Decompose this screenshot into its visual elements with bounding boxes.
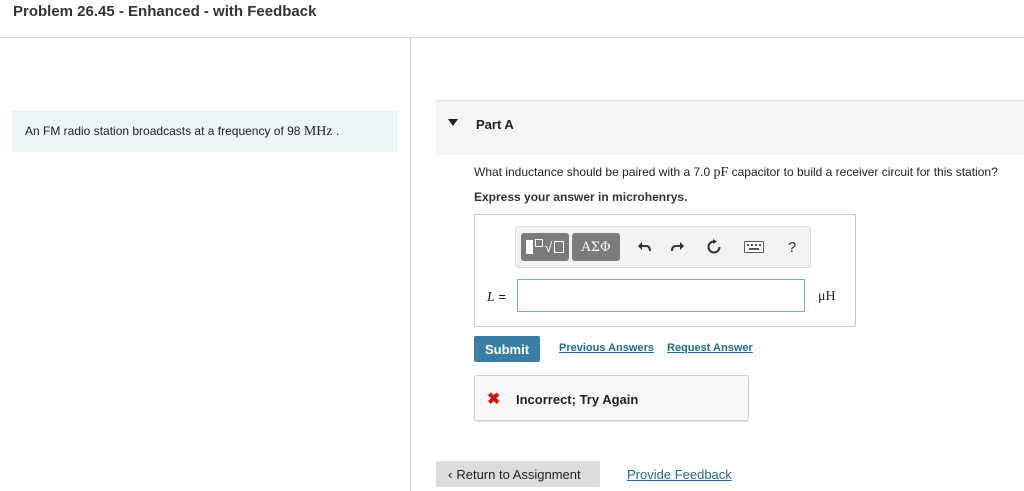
problem-title: Problem 26.45 - Enhanced - with Feedback <box>13 3 317 20</box>
reset-icon[interactable] <box>704 236 724 258</box>
part-a-header[interactable]: Part A <box>436 100 1024 155</box>
greek-symbols-button[interactable]: ΑΣΦ <box>572 233 620 261</box>
capacitance-unit: pF <box>713 165 729 180</box>
collapse-caret-icon[interactable] <box>448 119 458 126</box>
undo-icon[interactable] <box>634 236 654 258</box>
column-divider <box>410 37 411 491</box>
return-to-assignment-button[interactable]: ‹ Return to Assignment <box>436 461 600 487</box>
help-button[interactable]: ? <box>782 236 802 258</box>
part-a-label: Part A <box>476 117 514 132</box>
templates-icon: √ <box>525 239 565 255</box>
templates-button[interactable]: √ <box>521 233 569 261</box>
frequency-unit: MHz <box>303 123 333 139</box>
variable-label: L = <box>487 289 507 305</box>
chevron-left-icon: ‹ <box>448 466 453 482</box>
submit-button[interactable]: Submit <box>474 336 540 362</box>
redo-icon[interactable] <box>668 236 688 258</box>
incorrect-icon: ✖ <box>487 391 501 408</box>
keyboard-icon[interactable] <box>742 236 766 258</box>
feedback-message: Incorrect; Try Again <box>516 392 639 407</box>
question-text: What inductance should be paired with a … <box>474 165 998 180</box>
return-label: Return to Assignment <box>456 466 581 482</box>
problem-statement-text: An FM radio station broadcasts at a freq… <box>25 123 340 139</box>
math-toolbar: √ ΑΣΦ ? <box>515 226 811 268</box>
page-header: Problem 26.45 - Enhanced - with Feedback <box>0 0 1024 38</box>
feedback-box: ✖ Incorrect; Try Again <box>474 375 749 421</box>
answer-input[interactable] <box>517 279 805 312</box>
request-answer-link[interactable]: Request Answer <box>667 342 753 354</box>
previous-answers-link[interactable]: Previous Answers <box>559 342 654 354</box>
answer-instruction: Express your answer in microhenrys. <box>474 190 688 204</box>
provide-feedback-link[interactable]: Provide Feedback <box>627 467 732 482</box>
answer-unit: μH <box>818 289 836 304</box>
answer-panel: √ ΑΣΦ ? L = μH <box>474 214 856 327</box>
problem-statement: An FM radio station broadcasts at a freq… <box>12 111 398 152</box>
greek-symbols-label: ΑΣΦ <box>581 239 611 255</box>
